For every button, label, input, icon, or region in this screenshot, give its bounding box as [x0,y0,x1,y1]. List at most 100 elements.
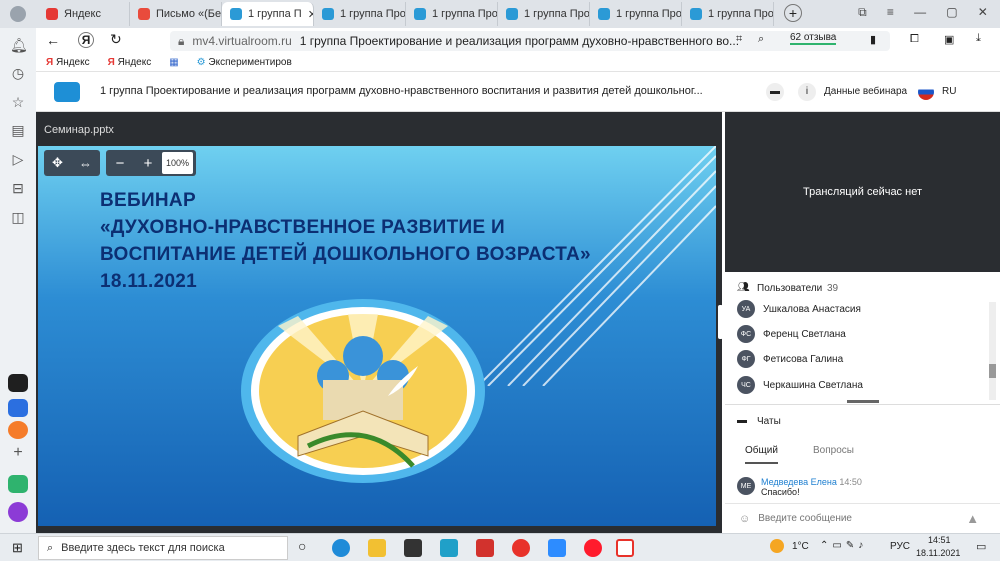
notifications-icon[interactable]: ▭ [976,540,986,553]
browser-sidebar: 🔔︎ ◷ ☆ ▤ ▷ ⊟ ◫ + [0,28,36,533]
users-scrollbar[interactable] [989,302,996,400]
tab-active-webinar[interactable]: 1 группа П✕ [222,2,314,26]
close-icon[interactable]: ✕ [978,5,988,23]
bookmark-icon[interactable]: ▮ [870,33,876,46]
windows-start-icon[interactable]: ⊞ [12,540,23,556]
app-icon-orange[interactable] [8,421,28,439]
keyboard-lang[interactable]: РУС [890,541,910,552]
app-icon-dark[interactable] [8,374,28,392]
tab-general[interactable]: Общий [745,445,778,464]
clock-time[interactable]: 14:51 [928,535,951,545]
translate-icon[interactable]: ⌗ [736,33,742,46]
fit-icon[interactable]: ⇔ [79,156,92,171]
tab-webinar[interactable]: 1 группа Про [498,2,590,26]
folder-icon[interactable]: ▬ [766,83,784,101]
user-row[interactable]: ЧС Черкашина Светлана [737,374,863,396]
app-l-icon[interactable] [440,539,458,557]
minimize-icon[interactable]: — [914,5,926,23]
users-label[interactable]: Пользователи [757,283,822,294]
share-icon[interactable]: ▣ [944,33,954,46]
file-explorer-icon[interactable] [368,539,386,557]
send-icon[interactable]: ▲ [966,511,979,526]
zoom-in-button[interactable]: + [134,155,162,172]
bookmark-item[interactable]: ⚙ Экспериментиров [197,57,292,68]
users-icon: 👥︎ [737,282,750,293]
tab-questions[interactable]: Вопросы [813,445,854,456]
weather-icon[interactable] [770,539,784,553]
user-row[interactable]: ФГ Фетисова Галина [737,348,843,370]
tab-webinar[interactable]: 1 группа Про [682,2,774,26]
message-body: Медведева Елена 14:50 Спасибо! [761,477,862,499]
panel-divider-handle[interactable] [847,400,879,403]
app-icon-blue[interactable] [8,399,28,417]
user-row[interactable]: ФС Ференц Светлана [737,323,846,345]
downloads-icon[interactable]: ⊟ [10,180,26,196]
back-icon[interactable]: ← [46,32,60,48]
tab-label: 1 группа Про [616,8,682,20]
move-icon[interactable]: ✥ [52,155,63,171]
play-icon[interactable]: ▷ [10,151,26,167]
collections-icon[interactable]: ▤ [10,122,26,138]
search-icon: ⌕ [47,541,54,554]
ru-flag-icon[interactable] [918,84,934,100]
yandex-app-icon[interactable] [616,539,634,557]
profile-icon[interactable] [10,6,26,22]
tab-label: 1 группа Про [432,8,498,20]
app-icon-green[interactable] [8,475,28,493]
new-tab-button[interactable]: + [784,4,802,22]
info-icon[interactable]: i [798,83,816,101]
tab-webinar[interactable]: 1 группа Про [314,2,406,26]
app-red-icon[interactable] [476,539,494,557]
chat-message: МЕ Медведева Елена 14:50 Спасибо! [737,477,987,499]
experiment-icon: ⚙ [196,57,209,68]
tab-mail[interactable]: Письмо «(Без [130,2,222,26]
bell-icon[interactable]: 🔔︎ [10,37,28,53]
weather-temp[interactable]: 1°C [792,541,809,552]
tab-webinar[interactable]: 1 группа Про [406,2,498,26]
language-label[interactable]: RU [942,86,956,97]
bookmark-item[interactable]: Я Яндекс [108,57,152,68]
slide-title-line: «ДУХОВНО-НРАВСТВЕННОЕ РАЗВИТИЕ И [100,217,505,238]
opera-icon[interactable] [584,539,602,557]
cortana-icon[interactable]: ○ [298,538,306,554]
search-icon[interactable]: ⌕ [758,33,764,46]
collections-icon[interactable]: ⧉ [858,5,867,23]
avatar: МЕ [737,477,755,495]
clock-date[interactable]: 18.11.2021 [916,548,960,558]
yandex-browser-icon[interactable] [512,539,530,557]
emoji-icon[interactable]: ☺ [739,513,750,525]
bookmark-label: Яндекс [117,57,152,68]
chat-input[interactable] [758,513,959,524]
virtualroom-logo[interactable] [54,82,80,102]
maximize-icon[interactable]: ▢ [946,5,957,23]
tray-icons[interactable]: ⌃▭✎♪ [820,540,867,551]
tab-webinar[interactable]: 1 группа Про [590,2,682,26]
edge-icon[interactable] [332,539,350,557]
bookmark-item[interactable]: ▦ [169,57,178,68]
scrollbar-thumb[interactable] [989,364,996,378]
star-icon[interactable]: ☆ [10,94,26,110]
webinar-data-link[interactable]: Данные вебинара [824,86,907,97]
url-field[interactable]: 🔒︎ mv4.virtualroom.ru 1 группа Проектиро… [170,31,890,51]
tab-yandex[interactable]: Яндекс [38,2,130,26]
screenshot-icon[interactable]: ◫ [10,209,26,225]
alice-icon[interactable] [8,502,28,522]
zoom-level[interactable]: 100% [162,152,194,174]
menu-icon[interactable]: ≡ [887,5,894,23]
bookmark-item[interactable]: Я Яндекс [46,57,90,68]
zoom-app-icon[interactable] [548,539,566,557]
store-icon[interactable] [404,539,422,557]
zoom-out-button[interactable]: − [106,155,134,172]
taskbar-search[interactable]: ⌕ Введите здесь текст для поиска [38,536,288,560]
reload-icon[interactable]: ↻ [110,31,122,48]
extension-icon[interactable]: ⧠ [910,33,919,46]
add-icon[interactable]: + [10,445,26,461]
user-row[interactable]: УА Ушкалова Анастасия [737,298,861,320]
panel-resize-handle[interactable] [718,305,723,339]
slide-lines-decoration [477,146,716,386]
heart-logo-icon [230,8,242,20]
yandex-home-icon[interactable]: Я [78,32,94,48]
history-icon[interactable]: ◷ [10,65,26,81]
download-icon[interactable]: ⤓ [976,32,981,45]
reviews-badge[interactable]: 62 отзыва [790,32,837,45]
